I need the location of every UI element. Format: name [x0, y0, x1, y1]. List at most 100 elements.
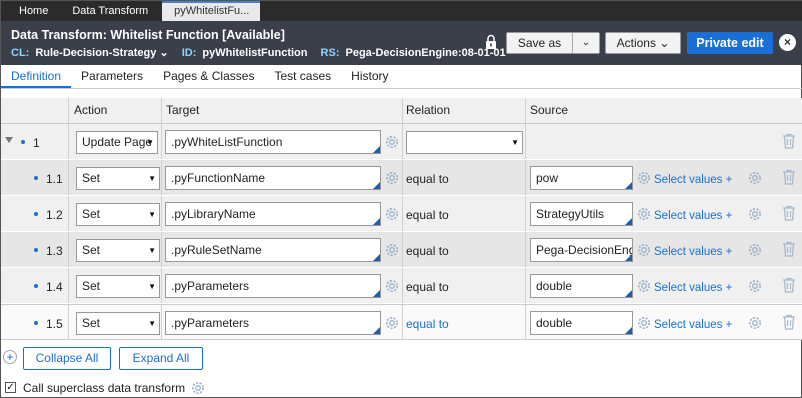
column-divider — [525, 124, 526, 159]
column-divider — [402, 124, 403, 159]
target-input[interactable]: .pyLibraryName — [165, 202, 381, 226]
rule-title: Data Transform: Whitelist Function [Avai… — [11, 28, 285, 42]
tab-data-transform[interactable]: Data Transform — [60, 1, 160, 21]
cl-value-text: Rule-Decision-Strategy — [35, 47, 157, 59]
select-values-link[interactable]: Select values + — [654, 319, 732, 331]
row-number: 1.4 — [46, 280, 63, 294]
action-select-value: Update Page — [82, 135, 153, 149]
dropdown-arrow-icon: ▼ — [148, 246, 156, 255]
gear-icon[interactable] — [190, 380, 206, 396]
gear-icon[interactable] — [636, 242, 652, 258]
collapse-all-button[interactable]: Collapse All — [23, 347, 111, 370]
table-row: 1.2 Set ▼ .pyLibraryName equal to Strateg… — [1, 196, 802, 232]
table-row: 1.4 Set ▼ .pyParameters equal to double S… — [1, 268, 802, 304]
private-edit-button[interactable]: Private edit — [687, 32, 773, 54]
gear-icon[interactable] — [384, 170, 400, 186]
column-divider — [525, 98, 526, 123]
column-divider — [525, 305, 526, 339]
autocomplete-corner-icon — [373, 290, 380, 297]
column-divider — [68, 124, 69, 159]
gear-icon[interactable] — [636, 206, 652, 222]
action-select[interactable]: Set ▼ — [76, 239, 160, 262]
subtab-pages-classes[interactable]: Pages & Classes — [153, 65, 264, 88]
tab-pywhitelistfunction[interactable]: pyWhitelistFu... — [162, 1, 261, 21]
tab-home[interactable]: Home — [1, 1, 60, 21]
column-divider — [402, 305, 403, 339]
rs-key: RS: — [320, 47, 340, 59]
target-input[interactable]: .pyRuleSetName — [165, 238, 381, 262]
select-values-link[interactable]: Select values + — [654, 174, 732, 186]
dropdown-arrow-icon: ▼ — [146, 138, 154, 147]
gear-icon[interactable] — [384, 206, 400, 222]
expand-all-button[interactable]: Expand All — [119, 347, 203, 370]
column-divider — [402, 98, 403, 123]
cl-value[interactable]: Rule-Decision-Strategy ⌄ — [35, 47, 168, 59]
close-icon[interactable]: × — [779, 34, 796, 51]
autocomplete-corner-icon — [373, 254, 380, 261]
source-input[interactable]: double — [530, 311, 633, 335]
gear-icon[interactable] — [384, 278, 400, 294]
target-input[interactable]: .pyParameters — [165, 274, 381, 298]
save-as-button[interactable]: Save as ⌄ — [506, 32, 600, 54]
trash-icon[interactable] — [782, 205, 796, 221]
relation-link[interactable]: equal to — [406, 317, 449, 331]
gear-icon[interactable] — [636, 278, 652, 294]
gear-icon[interactable] — [636, 315, 652, 331]
gear-icon[interactable] — [747, 278, 763, 294]
actions-button[interactable]: Actions ⌄ — [605, 32, 681, 54]
subtab-history[interactable]: History — [341, 65, 398, 88]
add-row-icon[interactable]: + — [3, 350, 17, 364]
row-bullet — [34, 176, 38, 180]
select-values-link[interactable]: Select values + — [654, 210, 732, 222]
trash-icon[interactable] — [782, 133, 796, 149]
target-input[interactable]: .pyParameters — [165, 311, 381, 335]
row-bullet — [34, 212, 38, 216]
action-select[interactable]: Update Page ▼ — [76, 131, 158, 154]
target-input[interactable]: .pyWhiteListFunction — [165, 130, 381, 154]
autocomplete-corner-icon — [373, 182, 380, 189]
relation-text: equal to — [406, 244, 449, 258]
data-transform-grid: Action Target Relation Source 1 Update P… — [1, 98, 802, 340]
source-input[interactable]: double — [530, 274, 633, 298]
column-divider — [161, 98, 162, 123]
autocomplete-corner-icon — [625, 218, 632, 225]
subtab-definition[interactable]: Definition — [1, 65, 72, 88]
select-values-link[interactable]: Select values + — [654, 246, 732, 258]
rule-status: [Available] — [222, 28, 285, 42]
source-input[interactable]: StrategyUtils — [530, 202, 633, 226]
trash-icon[interactable] — [782, 277, 796, 293]
gear-icon[interactable] — [747, 170, 763, 186]
gear-icon[interactable] — [384, 134, 400, 150]
collapse-triangle-icon[interactable] — [5, 137, 13, 143]
column-divider — [525, 196, 526, 231]
action-select[interactable]: Set ▼ — [76, 312, 160, 335]
action-select-value: Set — [82, 316, 101, 330]
save-as-dropdown[interactable]: ⌄ — [573, 33, 599, 53]
subtab-parameters[interactable]: Parameters — [71, 65, 153, 88]
source-input[interactable]: Pega-DecisionEngin — [530, 238, 633, 262]
gear-icon[interactable] — [747, 242, 763, 258]
gear-icon[interactable] — [747, 315, 763, 331]
relation-select[interactable]: ▼ — [406, 131, 523, 154]
trash-icon[interactable] — [782, 314, 796, 330]
trash-icon[interactable] — [782, 169, 796, 185]
gear-icon[interactable] — [636, 170, 652, 186]
row-number: 1.5 — [46, 317, 63, 331]
action-select[interactable]: Set ▼ — [76, 203, 160, 226]
action-select[interactable]: Set ▼ — [76, 275, 160, 298]
trash-icon[interactable] — [782, 241, 796, 257]
subtab-test-cases[interactable]: Test cases — [264, 65, 341, 88]
source-input[interactable]: pow — [530, 166, 633, 190]
save-as-label[interactable]: Save as — [507, 33, 573, 53]
action-select-value: Set — [82, 171, 101, 185]
superclass-checkbox[interactable]: ✓ — [5, 382, 16, 393]
gear-icon[interactable] — [747, 206, 763, 222]
autocomplete-corner-icon — [373, 146, 380, 153]
target-input[interactable]: .pyFunctionName — [165, 166, 381, 190]
action-select-value: Set — [82, 207, 101, 221]
gear-icon[interactable] — [384, 242, 400, 258]
action-select[interactable]: Set ▼ — [76, 167, 160, 190]
gear-icon[interactable] — [384, 315, 400, 331]
column-divider — [402, 196, 403, 231]
select-values-link[interactable]: Select values + — [654, 282, 732, 294]
